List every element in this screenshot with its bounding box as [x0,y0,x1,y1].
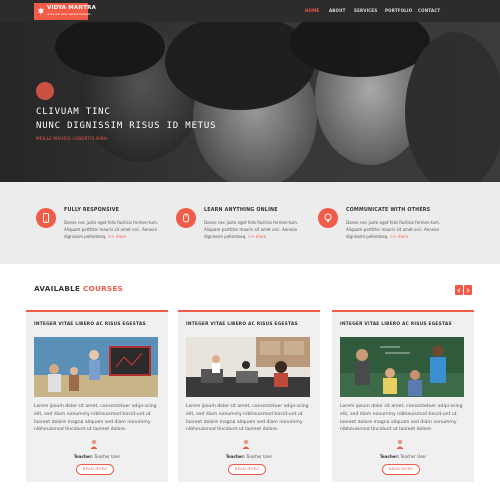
feature-title: FULLY RESPONSIVE [64,208,120,213]
feature-text: Donec nec justo eget felis facilisis fer… [204,220,299,239]
course-card: INTEGER VITAE LIBERO AC RISUS EGESTAS Lo… [178,310,320,482]
prev-button[interactable] [455,285,463,295]
teacher-info: Teacher: Teacher User [379,454,427,459]
course-title: INTEGER VITAE LIBERO AC RISUS EGESTAS [186,322,298,327]
more-link[interactable]: >> more [248,234,266,239]
hero-headline-2: NUNC DIGNISSIM RISUS ID METUS [36,121,217,131]
teacher-avatar [396,439,404,449]
feature-text: Donec nec justo eget felis facilisis fer… [64,220,159,239]
more-link[interactable]: >> more [108,234,126,239]
feature-title: LEARN ANYTHING ONLINE [204,208,278,213]
feature-item: LEARN ANYTHING ONLINE Donec nec justo eg… [176,206,316,256]
hero-headline-1: CLIVUAM TINC [36,107,111,117]
teacher-avatar [242,439,250,449]
nav-services[interactable]: SERVICES [354,8,377,13]
courses-heading: AVAILABLE COURSES [34,284,124,293]
brand-logo[interactable]: VIDYA MANTRA online education website te… [34,3,96,20]
chevron-left-icon [457,287,461,293]
lightbulb-icon [318,208,338,228]
course-title: INTEGER VITAE LIBERO AC RISUS EGESTAS [340,322,452,327]
feature-text: Donec nec justo eget felis facilisis fer… [346,220,441,239]
teacher-info: Teacher: Teacher User [225,454,273,459]
course-image [186,337,310,397]
hero-subtitle: MEILLE MAURIS LOBORTIS NIBH [36,136,108,141]
course-description: Lorem ipsum dolor sit amet, consectetuer… [340,404,463,433]
course-card: INTEGER VITAE LIBERO AC RISUS EGESTAS Lo… [26,310,168,482]
next-button[interactable] [464,285,472,295]
more-link[interactable]: >> more [390,234,408,239]
read-more-button[interactable]: READ MORE [382,464,420,475]
teacher-info: Teacher: Teacher User [73,454,121,459]
course-image [340,337,464,397]
course-image [34,337,158,397]
brand-tagline: online education website template [47,13,91,16]
teacher-avatar [90,439,98,449]
nav-contact[interactable]: CONTACT [418,8,440,13]
course-description: Lorem ipsum dolor sit amet, consectetuer… [34,404,157,433]
course-card: INTEGER VITAE LIBERO AC RISUS EGESTAS Lo… [332,310,474,482]
hero-banner: CLIVUAM TINC NUNC DIGNISSIM RISUS ID MET… [0,22,500,182]
features-section: FULLY RESPONSIVE Donec nec justo eget fe… [0,182,500,264]
hero-accent-circle [36,82,54,100]
mobile-icon [36,208,56,228]
mouse-icon [176,208,196,228]
feature-title: COMMUNICATE WITH OTHERS [346,208,431,213]
feature-item: FULLY RESPONSIVE Donec nec justo eget fe… [36,206,176,256]
brand-name: VIDYA MANTRA [47,5,97,11]
top-navbar: VIDYA MANTRA online education website te… [0,0,500,22]
nav-portfolio[interactable]: PORTFOLIO [385,8,412,13]
read-more-button[interactable]: READ MORE [76,464,114,475]
chevron-right-icon [466,287,470,293]
leaf-icon [37,7,45,15]
read-more-button[interactable]: READ MORE [228,464,266,475]
nav-about[interactable]: ABOUT [329,8,346,13]
nav-home[interactable]: HOME [305,8,319,13]
course-title: INTEGER VITAE LIBERO AC RISUS EGESTAS [34,322,146,327]
course-description: Lorem ipsum dolor sit amet, consectetuer… [186,404,309,433]
feature-item: COMMUNICATE WITH OTHERS Donec nec justo … [318,206,458,256]
